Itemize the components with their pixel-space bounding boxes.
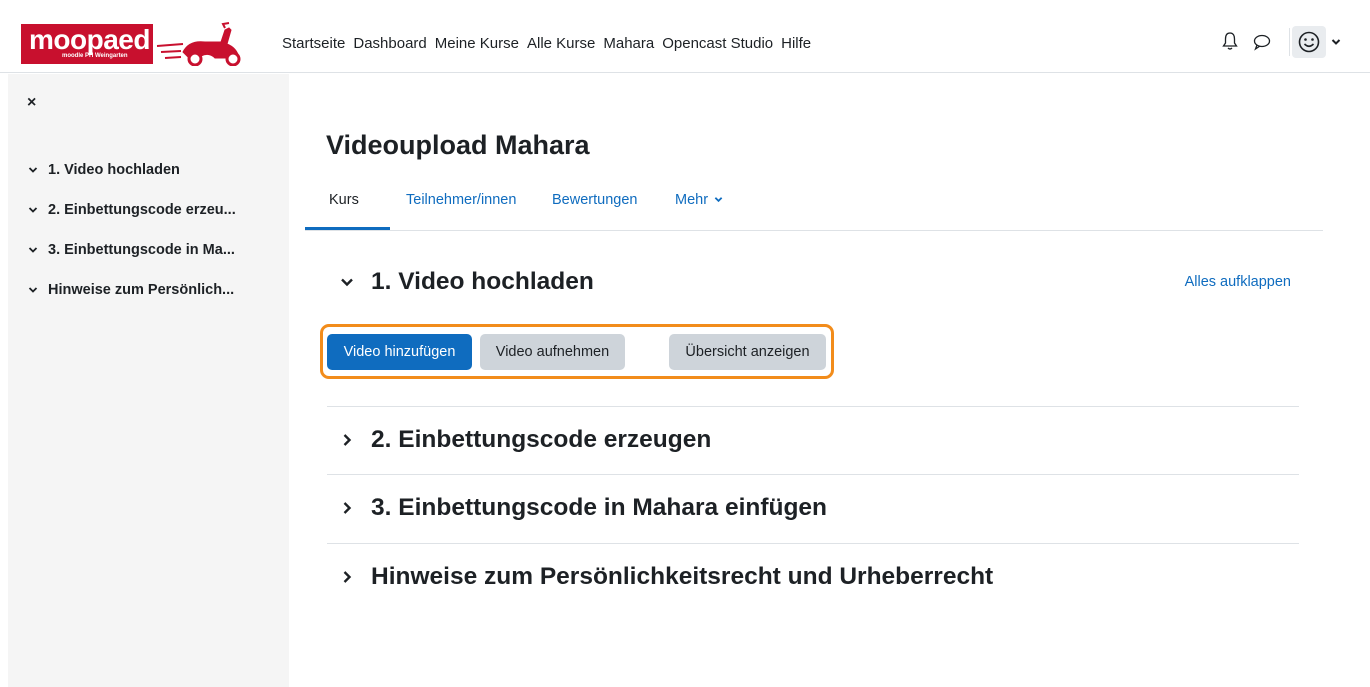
chevron-down-icon[interactable] <box>1330 36 1342 48</box>
section-divider <box>327 406 1299 407</box>
scooter-icon <box>156 22 241 66</box>
section-divider <box>327 474 1299 475</box>
course-index-item-label: 3. Einbettungscode in Ma... <box>48 242 235 258</box>
nav-link-dashboard[interactable]: Dashboard <box>353 35 426 52</box>
nav-link-hilfe[interactable]: Hilfe <box>781 35 811 52</box>
expand-all-link[interactable]: Alles aufklappen <box>1185 274 1291 290</box>
active-tab-indicator <box>305 227 390 230</box>
record-video-button[interactable]: Video aufnehmen <box>480 334 625 370</box>
chevron-down-icon <box>28 247 38 253</box>
logo-text: moopaed <box>29 24 150 55</box>
course-index-drawer: × 1. Video hochladen 2. Einbettungscode … <box>8 74 289 687</box>
section-header-3[interactable]: 3. Einbettungscode in Mahara einfügen <box>340 494 827 522</box>
primary-navigation: Startseite Dashboard Meine Kurse Alle Ku… <box>282 35 819 52</box>
course-index-item-hinweise[interactable]: Hinweise zum Persönlich... <box>28 270 236 310</box>
nav-link-startseite[interactable]: Startseite <box>282 35 345 52</box>
tab-teilnehmer[interactable]: Teilnehmer/innen <box>406 192 516 208</box>
page-title: Videoupload Mahara <box>326 130 590 160</box>
chevron-down-icon <box>341 278 353 287</box>
section-title: 3. Einbettungscode in Mahara einfügen <box>371 494 828 521</box>
close-drawer-button[interactable]: × <box>27 94 36 112</box>
tab-bewertungen[interactable]: Bewertungen <box>552 192 637 208</box>
chat-icon[interactable] <box>1253 33 1271 51</box>
course-index-item-einbettungscode-erzeugen[interactable]: 2. Einbettungscode erzeu... <box>28 190 236 230</box>
nav-link-alle-kurse[interactable]: Alle Kurse <box>527 35 595 52</box>
avatar-smiley-icon <box>1298 31 1320 53</box>
section-header-4[interactable]: Hinweise zum Persönlichkeitsrecht und Ur… <box>340 563 993 591</box>
chevron-down-icon <box>28 287 38 293</box>
course-tabs: Kurs Teilnehmer/innen Bewertungen Mehr <box>305 184 1323 231</box>
tab-mehr-label: Mehr <box>675 192 709 208</box>
course-index-item-video-hochladen[interactable]: 1. Video hochladen <box>28 150 236 190</box>
course-index-item-label: 1. Video hochladen <box>48 162 180 178</box>
navbar-divider <box>1289 28 1290 56</box>
section-title: 1. Video hochladen <box>371 268 594 295</box>
avatar[interactable] <box>1292 26 1326 58</box>
section-title: 2. Einbettungscode erzeugen <box>371 426 712 453</box>
site-logo[interactable]: moopaed moodle PH Weingarten <box>21 22 243 66</box>
section-divider <box>327 543 1299 544</box>
section-header-1[interactable]: 1. Video hochladen <box>340 268 594 296</box>
add-video-button[interactable]: Video hinzufügen <box>327 334 472 370</box>
chevron-right-icon <box>343 434 352 446</box>
chevron-down-icon <box>28 207 38 213</box>
chevron-down-icon <box>28 167 38 173</box>
tab-kurs[interactable]: Kurs <box>329 192 359 208</box>
logo-box: moopaed moodle PH Weingarten <box>21 24 153 64</box>
top-navbar: moopaed moodle PH Weingarten Startseite … <box>0 0 1370 73</box>
section-header-2[interactable]: 2. Einbettungscode erzeugen <box>340 426 711 454</box>
nav-link-mahara[interactable]: Mahara <box>603 35 654 52</box>
nav-link-meine-kurse[interactable]: Meine Kurse <box>435 35 519 52</box>
course-index-item-einbettungscode-mahara[interactable]: 3. Einbettungscode in Ma... <box>28 230 236 270</box>
tab-mehr[interactable]: Mehr <box>675 192 723 208</box>
logo-subtext: moodle PH Weingarten <box>62 53 128 59</box>
section-title: Hinweise zum Persönlichkeitsrecht und Ur… <box>371 563 994 590</box>
nav-link-opencast-studio[interactable]: Opencast Studio <box>662 35 773 52</box>
bell-icon[interactable] <box>1222 31 1238 51</box>
course-index-list: 1. Video hochladen 2. Einbettungscode er… <box>28 150 236 310</box>
course-index-item-label: Hinweise zum Persönlich... <box>48 282 235 298</box>
course-index-item-label: 2. Einbettungscode erzeu... <box>48 202 236 218</box>
chevron-right-icon <box>343 502 352 514</box>
chevron-down-icon <box>714 197 723 203</box>
chevron-right-icon <box>343 571 352 583</box>
show-overview-button[interactable]: Übersicht anzeigen <box>669 334 826 370</box>
